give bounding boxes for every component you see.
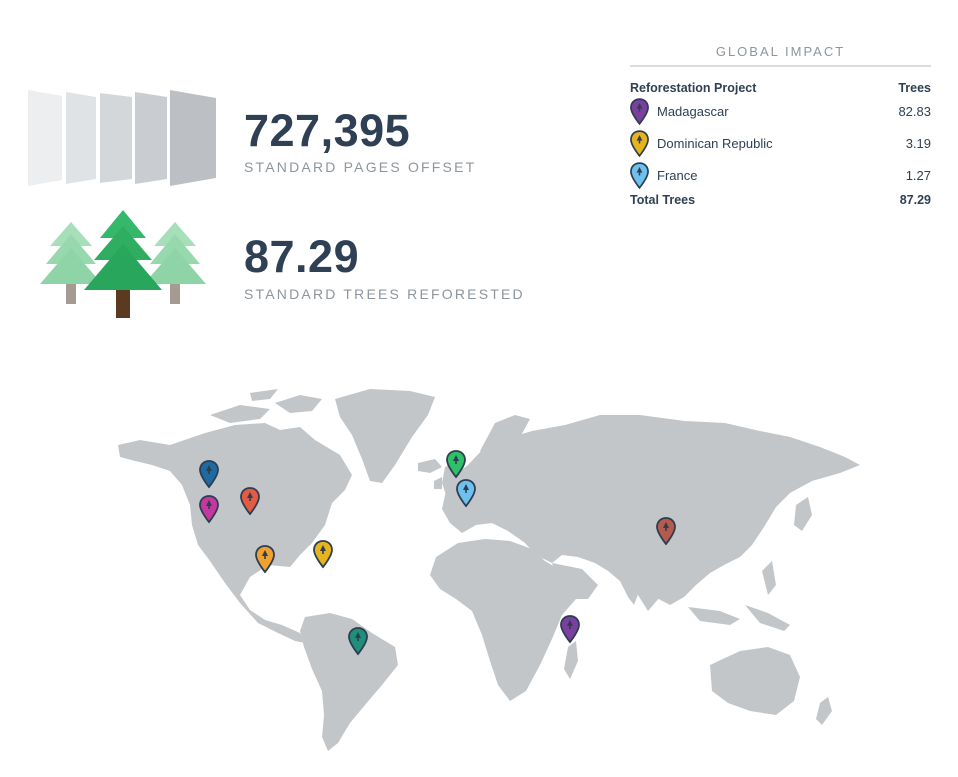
global-impact-panel: GLOBAL IMPACT Reforestation Project Tree… bbox=[630, 44, 931, 207]
column-header-project: Reforestation Project bbox=[630, 81, 757, 95]
north-america-landmass bbox=[118, 423, 352, 643]
map-pin-icon bbox=[630, 161, 649, 189]
trees-reforested-label: STANDARD TREES REFORESTED bbox=[244, 286, 525, 302]
trees-graphic bbox=[40, 210, 206, 318]
total-trees-value: 87.29 bbox=[899, 193, 931, 207]
table-row: Dominican Republic 3.19 bbox=[630, 127, 931, 159]
map-pin-icon[interactable] bbox=[313, 540, 333, 569]
project-trees: 82.83 bbox=[898, 103, 931, 119]
pages-stack-graphic bbox=[28, 90, 216, 186]
pages-offset-label: STANDARD PAGES OFFSET bbox=[244, 159, 477, 175]
project-name: Madagascar bbox=[657, 103, 729, 119]
column-header-trees: Trees bbox=[898, 81, 931, 95]
impact-total-row: Total Trees 87.29 bbox=[630, 193, 931, 207]
australia-landmass bbox=[710, 647, 800, 715]
project-name: Dominican Republic bbox=[657, 135, 773, 151]
project-name: France bbox=[657, 167, 698, 183]
map-pin-icon bbox=[630, 129, 649, 157]
project-trees: 3.19 bbox=[905, 135, 931, 151]
trees-reforested-value: 87.29 bbox=[244, 231, 360, 282]
map-landmasses bbox=[118, 389, 860, 751]
map-pin-icon bbox=[630, 97, 649, 125]
table-row: Madagascar 82.83 bbox=[630, 95, 931, 127]
pages-offset-value: 727,395 bbox=[244, 105, 411, 156]
total-trees-label: Total Trees bbox=[630, 193, 696, 207]
world-map bbox=[118, 389, 860, 751]
map-pin-icon[interactable] bbox=[560, 615, 580, 644]
table-row: France 1.27 bbox=[630, 159, 931, 191]
africa-landmass bbox=[430, 539, 578, 701]
impact-table-header: Reforestation Project Trees bbox=[630, 81, 931, 95]
global-impact-title: GLOBAL IMPACT bbox=[630, 44, 931, 67]
project-trees: 1.27 bbox=[905, 167, 931, 183]
